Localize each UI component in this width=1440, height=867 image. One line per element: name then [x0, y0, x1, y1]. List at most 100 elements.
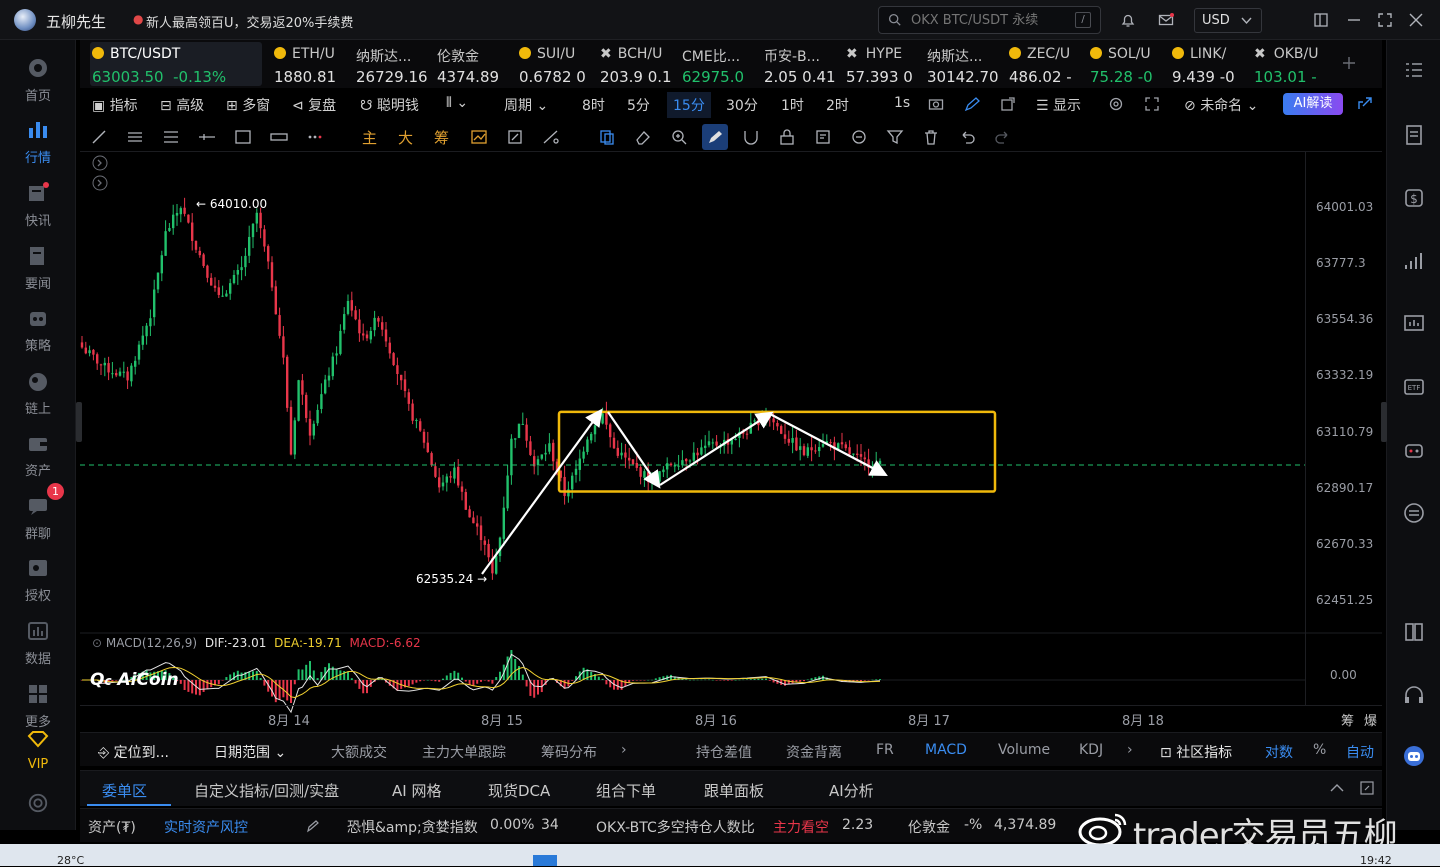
- advanced-button[interactable]: ⊟ 高级: [160, 95, 204, 115]
- horizontal-ray-icon[interactable]: [198, 128, 216, 146]
- indicator-main-orders[interactable]: 主力大单跟踪: [422, 742, 506, 762]
- chips-side-button[interactable]: 筹: [1341, 710, 1354, 729]
- etf-icon[interactable]: ETF: [1402, 375, 1426, 399]
- multi-window-button[interactable]: ⊞ 多窗: [226, 95, 270, 115]
- ticker-item[interactable]: 纳斯达... 26729.16: [354, 42, 434, 86]
- add-ticker-icon[interactable]: [1342, 56, 1356, 70]
- ai-interpret-button[interactable]: AI解读: [1283, 93, 1343, 115]
- copy-icon[interactable]: [598, 128, 616, 146]
- chips-tool[interactable]: 筹: [434, 127, 449, 148]
- date-range-dropdown[interactable]: 日期范围 ⌄: [214, 742, 286, 762]
- draw-mode-active[interactable]: [702, 124, 728, 150]
- layout-name-dropdown[interactable]: ⊘ 未命名 ⌄: [1184, 95, 1258, 115]
- indicator-fr[interactable]: FR: [876, 742, 894, 758]
- signal-bars-icon[interactable]: [1402, 249, 1426, 273]
- interval-1h[interactable]: 1时: [781, 95, 804, 115]
- ruler-icon[interactable]: [270, 128, 288, 146]
- indicator-scroll-right[interactable]: ›: [621, 742, 627, 758]
- tab-ai-grid[interactable]: AI 网格: [392, 780, 441, 801]
- percent-scale-toggle[interactable]: %: [1313, 742, 1326, 758]
- tab-order-area[interactable]: 委单区: [102, 780, 147, 801]
- ticker-item[interactable]: SUI/U 0.6782 0: [517, 42, 597, 86]
- headset-icon[interactable]: [1402, 683, 1426, 707]
- tab-ai-analysis[interactable]: AI分析: [829, 780, 874, 801]
- chart-type-dropdown[interactable]: ⫴ ⌄: [446, 95, 468, 111]
- search-input[interactable]: [911, 12, 1071, 28]
- minimize-icon[interactable]: [1346, 12, 1362, 28]
- camera-icon[interactable]: [928, 96, 944, 112]
- sidebar-item-onchain[interactable]: 链上: [0, 361, 76, 421]
- ticker-item[interactable]: CME比... 62975.0: [680, 42, 760, 86]
- indicator-more-right[interactable]: ›: [1127, 742, 1133, 758]
- eraser-icon[interactable]: [634, 128, 652, 146]
- redo-icon[interactable]: [994, 128, 1012, 146]
- collapse-down-icon[interactable]: [92, 175, 108, 191]
- edit-form-icon[interactable]: [814, 128, 832, 146]
- indicator-oi-diff[interactable]: 持仓差值: [696, 742, 752, 762]
- auto-scale-toggle[interactable]: 自动: [1346, 742, 1374, 762]
- smart-money-button[interactable]: ☋ 聪明钱: [360, 95, 419, 115]
- community-indicator-button[interactable]: ⊡ 社区指标: [1160, 742, 1232, 762]
- zoom-in-icon[interactable]: [670, 128, 688, 146]
- monitor-chart-icon[interactable]: [1402, 312, 1426, 336]
- expand-up-icon[interactable]: [1330, 783, 1344, 793]
- interval-5m[interactable]: 5分: [627, 95, 650, 115]
- interval-15m[interactable]: 15分: [667, 92, 711, 118]
- list-icon[interactable]: [1402, 58, 1426, 82]
- interval-2h[interactable]: 2时: [826, 95, 849, 115]
- sync-icon[interactable]: [506, 128, 524, 146]
- price-axis[interactable]: 64001.03 63777.3 63554.36 63332.19 63110…: [1305, 152, 1382, 705]
- more-dots-icon[interactable]: [306, 128, 324, 146]
- ticker-item[interactable]: 币安-B... 2.05 0.41: [762, 42, 842, 86]
- pattern-tool-icon[interactable]: [470, 128, 488, 146]
- tab-custom-indicator[interactable]: 自定义指标/回测/实盘: [194, 780, 339, 801]
- split-view-icon[interactable]: [1402, 620, 1426, 644]
- locate-button[interactable]: ⎆ 定位到...: [98, 742, 169, 762]
- horizontal-lines-icon[interactable]: [162, 128, 180, 146]
- window-pin-icon[interactable]: [1313, 12, 1329, 28]
- tab-copy-trading[interactable]: 跟单面板: [704, 780, 764, 801]
- link-icon[interactable]: [850, 128, 868, 146]
- interval-1s[interactable]: 1s: [894, 95, 910, 111]
- sidebar-item-auth[interactable]: 授权: [0, 548, 76, 608]
- ticker-btc-usdt[interactable]: BTC/USDT 63003.50 -0.13%: [90, 42, 262, 86]
- indicator-volume[interactable]: Volume: [998, 742, 1050, 758]
- search-box[interactable]: /: [878, 6, 1101, 34]
- interval-30m[interactable]: 30分: [726, 95, 758, 115]
- currency-select[interactable]: USD: [1194, 8, 1262, 33]
- bell-icon[interactable]: [1120, 12, 1136, 28]
- undo-icon[interactable]: [958, 128, 976, 146]
- replay-button[interactable]: ⊲ 复盘: [292, 95, 336, 115]
- measure-icon[interactable]: [542, 128, 560, 146]
- mail-icon[interactable]: [1158, 12, 1174, 28]
- ticker-item[interactable]: ZEC/U 486.02 -: [1007, 42, 1087, 86]
- lock-icon[interactable]: [778, 128, 796, 146]
- fullscreen-icon[interactable]: [1144, 96, 1160, 112]
- export-icon[interactable]: [1000, 96, 1016, 112]
- sidebar-item-market[interactable]: 行情: [0, 110, 76, 170]
- sidebar-item-vip[interactable]: VIP: [0, 720, 76, 780]
- indicator-big-trades[interactable]: 大额成交: [331, 742, 387, 762]
- rectangle-icon[interactable]: [234, 128, 252, 146]
- indicator-button[interactable]: ▣ 指标: [92, 95, 138, 115]
- settings-gear-icon[interactable]: [1108, 96, 1124, 112]
- main-force-tool[interactable]: 主: [362, 127, 377, 148]
- collapse-up-icon[interactable]: [92, 155, 108, 171]
- popout-icon[interactable]: [1360, 781, 1374, 795]
- liquidation-side-button[interactable]: 爆: [1364, 710, 1377, 729]
- period-dropdown[interactable]: 周期 ⌄: [504, 95, 548, 115]
- indicator-macd[interactable]: MACD: [925, 742, 967, 758]
- sidebar-item-chat[interactable]: 群聊: [0, 486, 76, 546]
- left-panel-handle[interactable]: [76, 402, 82, 442]
- date-axis[interactable]: 8月 14 8月 15 8月 16 8月 17 8月 18 筹 爆: [80, 705, 1382, 729]
- pen-icon[interactable]: [964, 96, 980, 112]
- share-icon[interactable]: [1357, 96, 1373, 112]
- indicator-divergence[interactable]: 资金背离: [786, 742, 842, 762]
- sidebar-item-data[interactable]: 数据: [0, 611, 76, 671]
- sidebar-item-news[interactable]: 要闻: [0, 236, 76, 296]
- collapse-icon[interactable]: ⊙: [92, 636, 102, 650]
- document-icon[interactable]: [1402, 123, 1426, 147]
- promo-banner[interactable]: 新人最高领百U，交易返20%手续费: [146, 12, 353, 31]
- log-scale-toggle[interactable]: 对数: [1265, 742, 1293, 762]
- indicator-chip-distribution[interactable]: 筹码分布: [541, 742, 597, 762]
